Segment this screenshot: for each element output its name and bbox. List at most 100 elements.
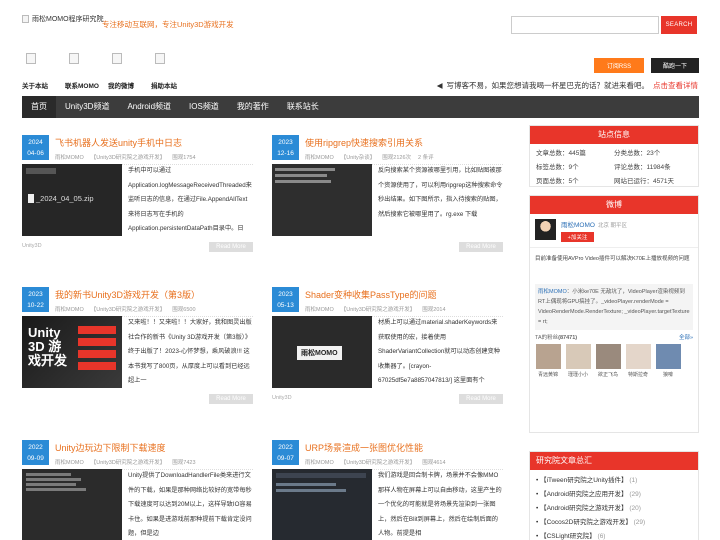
post-month-day: 12-16 [277,150,294,157]
post-views: 围观1754 [172,155,196,161]
nav-item-books[interactable]: 我的著作 [228,96,278,118]
post-title[interactable]: Shader变种收集PassType的问题 [305,288,437,301]
post-year: 2023 [278,139,293,146]
stat-pages: 页面总数：5个 [536,178,579,185]
summary-label: 【CSLight研究院】 [540,533,596,540]
post-thumbnail[interactable]: 雨松MOMO [272,316,372,388]
summary-item[interactable]: • 【Cocos2D研究院之游戏开发】 (29) [536,516,692,530]
read-more-button[interactable]: Read More [209,394,253,404]
weibo-profile: 雨松MOMO 北京 朝平区 +加关注 [530,214,698,247]
post-category[interactable]: 【Unity杂谈】 [341,153,376,161]
fan-item[interactable]: 瑾瑾小小 [565,344,591,378]
quick-link-contact[interactable]: 联系MOMO [65,53,108,90]
post-title[interactable]: URP场景渲成一张图优化性能 [305,441,423,454]
quick-link-donate[interactable]: 捐助本站 [151,53,194,90]
summary-item[interactable]: • 【CSLight研究院】 (6) [536,530,692,540]
summary-count: (6) [597,533,606,540]
post-year: 2023 [28,291,43,298]
summary-item[interactable]: • 【Android研究院之应用开发】 (29) [536,488,692,502]
post-author[interactable]: 雨松MOMO [55,153,84,161]
post-date: 2023 05-13 [272,287,299,312]
fans-list: 青远黄锦 瑾瑾小小 欲正飞鸟 特斯拉奇 狼嚎 [530,341,698,381]
avatar [565,344,591,369]
post-excerpt: 材质上可以通过material.shaderKeywords来获取使用的宏，接着… [378,319,500,384]
hello-button[interactable]: 酷跑一下 [651,58,699,73]
site-slogan: 专注移动互联网，专注Unity3D游戏开发 [102,20,234,29]
post-year: 2022 [278,444,293,451]
fans-all-link[interactable]: 全部» [679,333,693,341]
quick-link-about[interactable]: 关于本站 [22,53,65,90]
summary-list: • 【iTween研究院之Unity插件】 (1) • 【Android研究院之… [530,470,698,540]
avatar [535,344,561,369]
fan-item[interactable]: 特斯拉奇 [625,344,651,378]
post-tag[interactable]: Unity3D [22,243,42,249]
read-more-button[interactable]: Read More [459,242,503,252]
post-author[interactable]: 雨松MOMO [305,153,334,161]
read-more-button[interactable]: Read More [459,394,503,404]
post-date: 2022 09-07 [272,440,299,465]
post-thumbnail[interactable] [272,469,372,540]
fan-name: 欲正飞鸟 [597,372,618,378]
nav-item-ios[interactable]: IOS频道 [180,96,228,118]
post-category[interactable]: 【Unity3D研究院之游戏开发】 [91,305,166,313]
fans-label: TA的粉丝 [535,335,559,341]
fan-item[interactable]: 欲正飞鸟 [595,344,621,378]
nav-item-home[interactable]: 首页 [22,96,56,118]
notice-text: 写博客不易，如果您想请我喝一杯星巴克的话？就进来看吧。 [446,81,650,90]
post-excerpt: 手机中可以通过Application.logMessageReceivedThr… [128,167,252,232]
site-stats: 文章总数：445篇 分类总数：23个 标签总数：9个 评论总数：11984条 页… [530,144,698,192]
post-author[interactable]: 雨松MOMO [55,305,84,313]
post-title[interactable]: Unity边玩边下限制下载速度 [55,441,166,454]
post-category[interactable]: 【Unity3D研究院之游戏开发】 [91,458,166,466]
summary-label: 【Cocos2D研究院之游戏开发】 [540,519,632,526]
post-category[interactable]: 【Unity3D研究院之游戏开发】 [341,305,416,313]
post-comments[interactable]: 2 条评 [418,153,434,161]
notice-link[interactable]: 点击查看详情 [653,80,698,91]
post-month-day: 09-07 [277,455,294,462]
avatar [625,344,651,369]
post-title[interactable]: 飞书机器人发送unity手机中日志 [55,136,182,149]
search-button[interactable]: SEARCH [661,16,697,34]
avatar[interactable] [535,219,556,240]
post-author[interactable]: 雨松MOMO [55,458,84,466]
post-thumbnail[interactable]: _2024_04_05.zip [22,164,122,236]
nav-item-contact[interactable]: 联系站长 [278,96,328,118]
post-date: 2023 10-22 [22,287,49,312]
post-month-day: 05-13 [277,302,294,309]
summary-item[interactable]: • 【iTween研究院之Unity插件】 (1) [536,474,692,488]
site-logo[interactable]: 雨松MOMO程序研究院 [22,14,104,24]
post-thumbnail[interactable] [22,469,122,540]
post-category[interactable]: 【Unity3D研究院之游戏开发】 [341,458,416,466]
quick-link-label: 联系MOMO [65,83,99,90]
nav-item-unity3d[interactable]: Unity3D频道 [56,96,118,118]
quick-link-label: 我的微博 [108,83,134,90]
summary-item[interactable]: • 【Android研究院之游戏开发】 (20) [536,502,692,516]
post-tag[interactable]: Unity3D [272,395,292,401]
weibo-name[interactable]: 雨松MOMO [561,222,595,229]
post-year: 2024 [28,139,43,146]
search-input[interactable] [511,16,659,34]
weibo-repost: 雨松MOMO：小米ke70E 无敌坑了，VideoPlayer渲染视频到RT上偶… [535,284,693,330]
post-year: 2023 [278,291,293,298]
post-card: 2022 09-09 Unity边玩边下限制下载速度 雨松MOMO 【Unity3D… [22,440,253,540]
logo-alt-text: 雨松MOMO程序研究院 [32,16,104,23]
follow-button[interactable]: +加关注 [561,232,594,242]
quick-links: 关于本站 联系MOMO 我的微博 捐助本站 [22,53,194,90]
summary-count: (29) [633,519,646,526]
post-thumbnail[interactable]: Unity 3D 游戏开发 [22,316,122,388]
quick-link-weibo[interactable]: 我的微博 [108,53,151,90]
nav-item-android[interactable]: Android频道 [118,96,180,118]
post-title[interactable]: 使用ripgrep快速搜索引用关系 [305,136,423,149]
stat-comments: 评论总数：11984条 [614,164,671,171]
fan-item[interactable]: 狼嚎 [655,344,681,378]
post-card: 2024 04-06 飞书机器人发送unity手机中日志 雨松MOMO 【Unity… [22,135,253,259]
post-author[interactable]: 雨松MOMO [305,458,334,466]
repost-user[interactable]: 雨松MOMO [538,289,567,295]
fan-item[interactable]: 青远黄锦 [535,344,561,378]
subscribe-rss-button[interactable]: 订阅RSS [594,58,644,73]
post-thumbnail[interactable] [272,164,372,236]
read-more-button[interactable]: Read More [209,242,253,252]
post-category[interactable]: 【Unity3D研究院之游戏开发】 [91,153,166,161]
post-author[interactable]: 雨松MOMO [305,305,334,313]
post-title[interactable]: 我的新书Unity3D游戏开发（第3版） [55,288,200,301]
